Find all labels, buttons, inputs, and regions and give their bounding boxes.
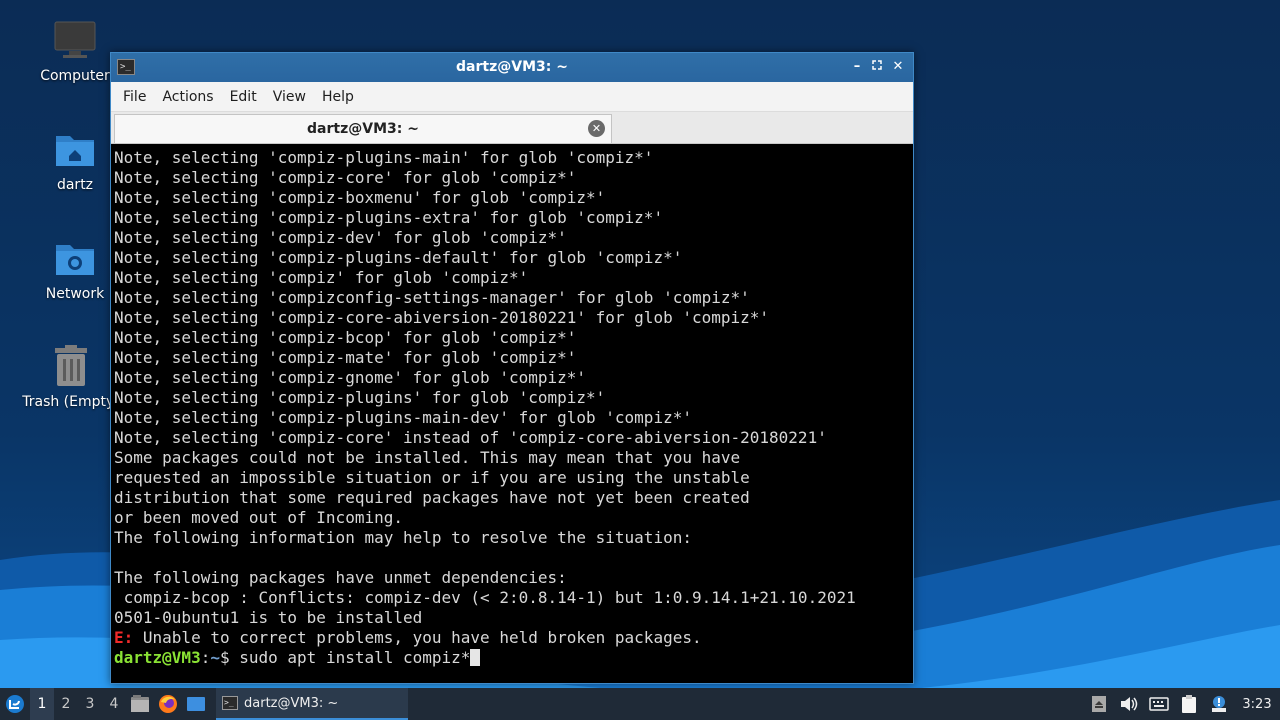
prompt-symbol: $ xyxy=(219,648,240,667)
terminal-line: Some packages could not be installed. Th… xyxy=(114,448,741,467)
maximize-icon[interactable] xyxy=(868,58,886,76)
terminal-line: Note, selecting 'compiz-plugins-main' fo… xyxy=(114,148,654,167)
terminal-line: or been moved out of Incoming. xyxy=(114,508,403,527)
command-input[interactable]: sudo apt install compiz* xyxy=(239,648,470,667)
error-prefix: E: xyxy=(114,628,134,647)
terminal-line: 0501-0ubuntu1 is to be installed xyxy=(114,608,423,627)
terminal-line: Note, selecting 'compiz-bcop' for glob '… xyxy=(114,328,577,347)
system-tray: 3:23 xyxy=(1084,688,1280,720)
terminal-line: Note, selecting 'compiz-mate' for glob '… xyxy=(114,348,577,367)
workspace-1[interactable]: 1 xyxy=(30,688,54,720)
menu-file[interactable]: File xyxy=(115,89,154,105)
menu-actions[interactable]: Actions xyxy=(154,89,221,105)
terminal-error-line: E: Unable to correct problems, you have … xyxy=(114,628,913,648)
terminal-line: Note, selecting 'compiz-plugins-default'… xyxy=(114,248,683,267)
terminal-prompt-line[interactable]: dartz@VM3:~$ sudo apt install compiz* xyxy=(114,648,913,668)
menu-bar: File Actions Edit View Help xyxy=(111,82,913,112)
terminal-line: Note, selecting 'compiz-core-abiversion-… xyxy=(114,308,770,327)
terminal-line: distribution that some required packages… xyxy=(114,488,750,507)
terminal-line: Note, selecting 'compiz-core' instead of… xyxy=(114,428,827,447)
tab-bar: dartz@VM3: ~ ✕ xyxy=(111,112,913,144)
prompt-separator: : xyxy=(200,648,211,667)
keyboard-icon[interactable] xyxy=(1144,688,1174,720)
terminal-line: Note, selecting 'compiz-boxmenu' for glo… xyxy=(114,188,606,207)
tab-title: dartz@VM3: ~ xyxy=(307,121,419,137)
terminal-line: Note, selecting 'compiz-plugins-main-dev… xyxy=(114,408,692,427)
terminal-window: >_ dartz@VM3: ~ – ✕ File Actions Edit Vi… xyxy=(110,52,914,684)
minimize-icon[interactable]: – xyxy=(848,58,866,76)
taskbar-terminal-task[interactable]: >_ dartz@VM3: ~ xyxy=(216,688,408,720)
home-folder-icon xyxy=(53,127,97,171)
window-titlebar[interactable]: >_ dartz@VM3: ~ – ✕ xyxy=(111,53,913,82)
clock[interactable]: 3:23 xyxy=(1234,697,1280,712)
prompt-user: dartz@VM3 xyxy=(114,648,201,667)
desktop-icon-label: Network xyxy=(45,286,105,302)
lubuntu-logo-icon xyxy=(6,695,24,713)
volume-icon[interactable] xyxy=(1114,688,1144,720)
terminal-line: The following information may help to re… xyxy=(114,528,692,547)
window-title: dartz@VM3: ~ xyxy=(456,59,568,75)
terminal-line: Note, selecting 'compiz-plugins-extra' f… xyxy=(114,208,664,227)
firefox-launcher[interactable] xyxy=(154,688,182,720)
desktop-icon-label: Trash (Empty) xyxy=(22,394,120,410)
start-menu-button[interactable] xyxy=(0,688,30,720)
desktop-icon-label: Computer xyxy=(40,68,110,84)
terminal-output[interactable]: Note, selecting 'compiz-plugins-main' fo… xyxy=(111,145,913,683)
firefox-icon xyxy=(159,695,177,713)
text-cursor xyxy=(470,649,481,666)
prompt-path: ~ xyxy=(210,648,220,667)
terminal-line: The following packages have unmet depend… xyxy=(114,568,567,587)
tab-close-icon[interactable]: ✕ xyxy=(588,120,605,137)
terminal-task-icon: >_ xyxy=(222,696,238,710)
desktop-icon xyxy=(187,697,205,711)
taskbar-task-label: dartz@VM3: ~ xyxy=(244,695,339,711)
terminal-line: Note, selecting 'compizconfig-settings-m… xyxy=(114,288,750,307)
terminal-line: Note, selecting 'compiz-gnome' for glob … xyxy=(114,368,587,387)
terminal-line: requested an impossible situation or if … xyxy=(114,468,750,487)
error-text: Unable to correct problems, you have hel… xyxy=(133,628,702,647)
show-desktop-launcher[interactable] xyxy=(182,688,210,720)
trash-icon xyxy=(49,344,93,388)
terminal-line: Note, selecting 'compiz-core' for glob '… xyxy=(114,168,577,187)
menu-help[interactable]: Help xyxy=(314,89,362,105)
workspace-2[interactable]: 2 xyxy=(54,688,78,720)
terminal-line: Note, selecting 'compiz-dev' for glob 'c… xyxy=(114,228,567,247)
file-manager-launcher[interactable] xyxy=(126,688,154,720)
clipboard-icon[interactable] xyxy=(1174,688,1204,720)
close-icon[interactable]: ✕ xyxy=(889,58,907,76)
workspace-3[interactable]: 3 xyxy=(78,688,102,720)
desktop-icon-label: dartz xyxy=(56,177,94,193)
taskbar: 1 2 3 4 >_ dartz@VM3: ~ 3:23 xyxy=(0,688,1280,720)
computer-icon xyxy=(53,18,97,62)
menu-edit[interactable]: Edit xyxy=(222,89,265,105)
tray-eject-icon[interactable] xyxy=(1084,688,1114,720)
network-folder-icon xyxy=(53,236,97,280)
workspace-4[interactable]: 4 xyxy=(102,688,126,720)
tab-terminal[interactable]: dartz@VM3: ~ ✕ xyxy=(114,114,612,143)
file-manager-icon xyxy=(131,695,149,712)
terminal-line: Note, selecting 'compiz' for glob 'compi… xyxy=(114,268,529,287)
menu-view[interactable]: View xyxy=(265,89,314,105)
terminal-line: Note, selecting 'compiz-plugins' for glo… xyxy=(114,388,606,407)
terminal-line: compiz-bcop : Conflicts: compiz-dev (< 2… xyxy=(114,588,856,607)
update-notifier-icon[interactable] xyxy=(1204,688,1234,720)
